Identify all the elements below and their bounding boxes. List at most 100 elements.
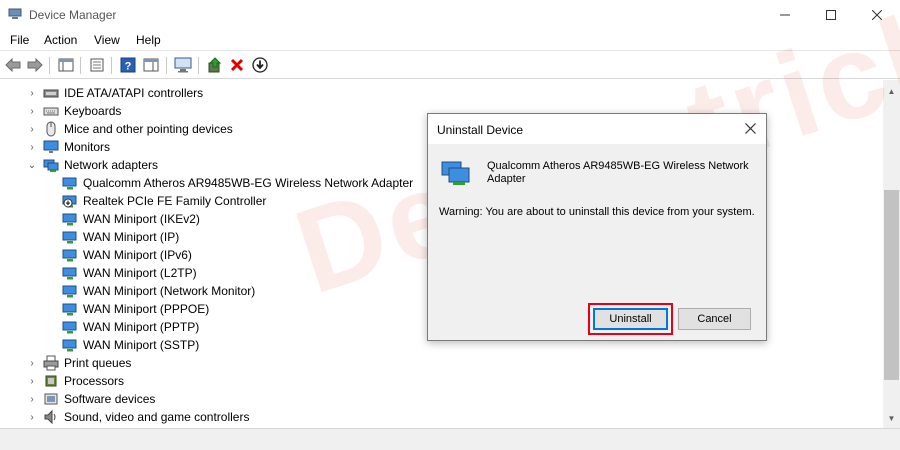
scrollbar-thumb[interactable]	[884, 190, 899, 380]
minimize-icon	[780, 14, 790, 16]
chevron-right-icon[interactable]: ›	[27, 123, 37, 135]
toolbar-separator	[166, 57, 167, 74]
menu-view[interactable]: View	[94, 33, 120, 47]
maximize-icon	[826, 10, 836, 20]
help-icon: ?	[120, 57, 136, 73]
menu-help[interactable]: Help	[136, 33, 161, 47]
uninstall-device-toolbar-button[interactable]	[227, 56, 247, 74]
tree-device-label: Qualcomm Atheros AR9485WB-EG Wireless Ne…	[83, 176, 414, 190]
network-adapter-icon	[62, 285, 77, 298]
toolbar-separator	[198, 57, 199, 74]
device-manager-app-icon	[8, 8, 22, 19]
tree-category-label: Keyboards	[64, 104, 122, 118]
tree-device-label: WAN Miniport (IKEv2)	[83, 212, 200, 226]
vertical-scrollbar[interactable]: ▲ ▼	[883, 80, 900, 428]
scroll-down-arrow-icon[interactable]: ▼	[883, 410, 900, 427]
dialog-warning-text: Warning: You are about to uninstall this…	[439, 206, 755, 218]
tree-device-label: WAN Miniport (SSTP)	[83, 338, 200, 352]
chevron-right-icon[interactable]: ›	[27, 411, 37, 423]
update-driver-button[interactable]	[205, 56, 225, 74]
scan-hardware-button[interactable]	[173, 56, 193, 74]
show-hide-console-tree-button[interactable]	[56, 56, 76, 74]
keyboard-icon	[43, 107, 59, 116]
update-driver-icon	[208, 57, 222, 73]
network-adapter-icon	[62, 213, 77, 226]
network-adapter-icon	[62, 249, 77, 262]
tree-category-processors[interactable]: › Processors	[0, 372, 880, 390]
tree-category-label: Sound, video and game controllers	[64, 410, 250, 424]
dialog-title: Uninstall Device	[437, 123, 524, 137]
network-adapter-icon	[62, 339, 77, 352]
back-button[interactable]	[3, 56, 23, 74]
properties-icon	[90, 58, 104, 72]
dialog-close-button[interactable]	[742, 120, 758, 136]
back-arrow-icon	[5, 58, 21, 72]
title-bar: Device Manager	[0, 0, 900, 30]
svg-text:?: ?	[125, 61, 132, 73]
status-bar	[0, 428, 900, 450]
tree-category-label: Print queues	[64, 356, 132, 370]
toolbar-separator	[80, 57, 81, 74]
tree-category-label: Network adapters	[64, 158, 159, 172]
sound-icon	[44, 409, 56, 425]
scroll-up-arrow-icon[interactable]: ▲	[883, 83, 900, 100]
download-circle-icon	[252, 57, 268, 73]
network-adapter-icon	[62, 303, 77, 316]
ide-controller-icon	[43, 89, 59, 98]
chevron-right-icon[interactable]: ›	[27, 357, 37, 369]
console-tree-icon	[58, 58, 74, 72]
tree-category-label: IDE ATA/ATAPI controllers	[64, 86, 204, 100]
uninstall-device-dialog: Uninstall Device Qualcomm Atheros AR9485…	[427, 113, 767, 341]
tree-category-ide[interactable]: › IDE ATA/ATAPI controllers	[0, 84, 880, 102]
minimize-button[interactable]	[762, 0, 808, 30]
toolbar-separator	[49, 57, 50, 74]
properties-button[interactable]	[87, 56, 107, 74]
printer-icon	[43, 355, 59, 371]
cancel-button[interactable]: Cancel	[678, 308, 751, 330]
tree-device-label: Realtek PCIe FE Family Controller	[83, 194, 267, 208]
red-x-icon	[230, 58, 244, 72]
menu-file[interactable]: File	[10, 33, 29, 47]
chevron-down-icon[interactable]: ⌄	[27, 159, 37, 171]
tree-category-label: Processors	[64, 374, 125, 388]
menu-action[interactable]: Action	[44, 33, 77, 47]
toolbar-separator	[111, 57, 112, 74]
menu-bar: File Action View Help	[0, 30, 900, 51]
mouse-icon	[46, 121, 56, 137]
window-title: Device Manager	[29, 8, 117, 22]
toolbar: ?	[0, 52, 900, 79]
help-button[interactable]: ?	[118, 56, 138, 74]
tree-device-label: WAN Miniport (IP)	[83, 230, 180, 244]
monitor-scan-icon	[174, 57, 192, 73]
monitor-icon	[43, 140, 59, 153]
forward-button[interactable]	[25, 56, 45, 74]
maximize-button[interactable]	[808, 0, 854, 30]
tree-category-print-queues[interactable]: › Print queues	[0, 354, 880, 372]
tree-category-label: Software devices	[64, 392, 156, 406]
network-adapter-icon	[441, 161, 470, 185]
chevron-right-icon[interactable]: ›	[27, 87, 37, 99]
tree-device-label: WAN Miniport (Network Monitor)	[83, 284, 256, 298]
dialog-device-name: Qualcomm Atheros AR9485WB-EG Wireless Ne…	[487, 160, 749, 185]
close-window-button[interactable]	[854, 0, 900, 30]
chevron-right-icon[interactable]: ›	[27, 105, 37, 117]
tree-category-sound[interactable]: › Sound, video and game controllers	[0, 408, 880, 426]
tree-device-label: WAN Miniport (PPTP)	[83, 320, 200, 334]
disable-device-button[interactable]	[250, 56, 270, 74]
network-adapter-icon	[62, 177, 77, 190]
tree-category-label: Mice and other pointing devices	[64, 122, 233, 136]
close-icon	[872, 10, 882, 20]
tree-device-label: WAN Miniport (L2TP)	[83, 266, 197, 280]
disabled-network-adapter-icon	[62, 195, 77, 208]
software-device-icon	[44, 393, 58, 405]
chevron-right-icon[interactable]: ›	[27, 375, 37, 387]
uninstall-button[interactable]: Uninstall	[593, 308, 668, 330]
chevron-right-icon[interactable]: ›	[27, 141, 37, 153]
processor-icon	[45, 375, 57, 387]
action-pane-button[interactable]	[141, 56, 161, 74]
chevron-right-icon[interactable]: ›	[27, 393, 37, 405]
tree-device-label: WAN Miniport (PPPOE)	[83, 302, 210, 316]
tree-category-label: Monitors	[64, 140, 111, 154]
tree-device-label: WAN Miniport (IPv6)	[83, 248, 192, 262]
tree-category-software-devices[interactable]: › Software devices	[0, 390, 880, 408]
